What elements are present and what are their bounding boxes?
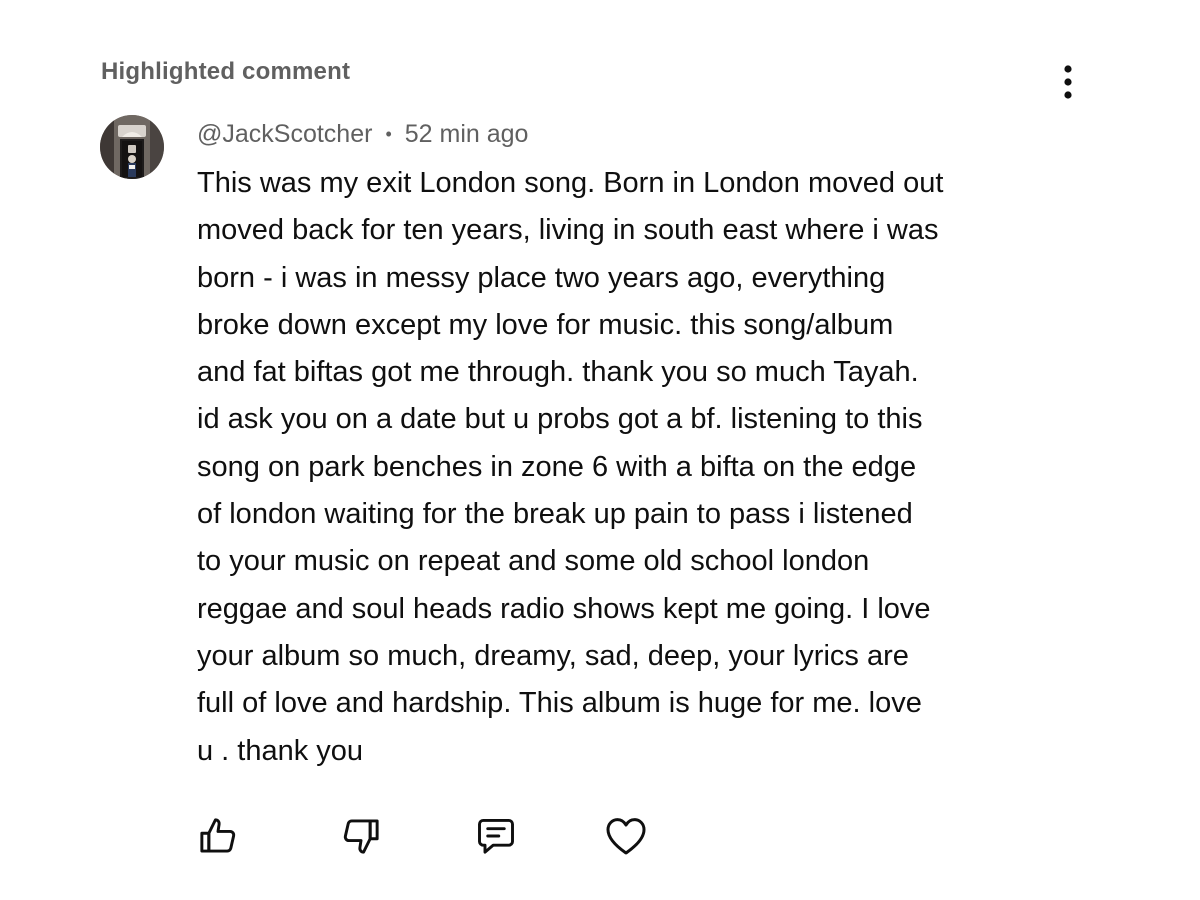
comment-line: song on park benches in zone 6 with a bi… <box>197 450 917 483</box>
thumbs-down-icon <box>343 819 379 854</box>
reply-button[interactable] <box>468 808 524 864</box>
reply-icon <box>478 818 514 854</box>
comment-line: reggae and soul heads radio shows kept m… <box>197 592 931 625</box>
more-options-button[interactable] <box>1048 62 1088 102</box>
comment-line: u . thank you <box>197 734 364 767</box>
comment-line: id ask you on a date but u probs got a b… <box>197 403 923 436</box>
heart-icon <box>606 818 646 855</box>
dislike-button[interactable] <box>333 808 389 864</box>
author-handle[interactable]: @JackScotcher <box>197 120 372 149</box>
comment-line: broke down except my love for music. thi… <box>197 308 894 341</box>
avatar-image <box>100 115 164 179</box>
comment-line: full of love and hardship. This album is… <box>197 687 922 720</box>
comment-text: This was my exit London song. Born in Lo… <box>197 160 1097 775</box>
avatar[interactable] <box>100 115 164 179</box>
comment-line: of london waiting for the break up pain … <box>197 498 913 531</box>
heart-button[interactable] <box>598 808 654 864</box>
comment-line: This was my exit London song. Born in Lo… <box>197 167 944 199</box>
comment-meta: @JackScotcher • 52 min ago <box>197 120 528 149</box>
comment-line: and fat biftas got me through. thank you… <box>197 356 919 389</box>
comment-line: moved back for ten years, living in sout… <box>197 214 939 247</box>
like-button[interactable] <box>190 808 246 864</box>
comment-line: your album so much, dreamy, sad, deep, y… <box>197 639 909 672</box>
comment-line: born - i was in messy place two years ag… <box>197 261 886 294</box>
thumbs-up-icon <box>200 818 236 853</box>
section-title: Highlighted comment <box>101 58 351 85</box>
meta-separator: • <box>385 124 392 144</box>
more-vert-icon <box>1064 65 1072 99</box>
comment-line: to your music on repeat and some old sch… <box>197 545 870 578</box>
comment-timestamp[interactable]: 52 min ago <box>405 120 529 149</box>
